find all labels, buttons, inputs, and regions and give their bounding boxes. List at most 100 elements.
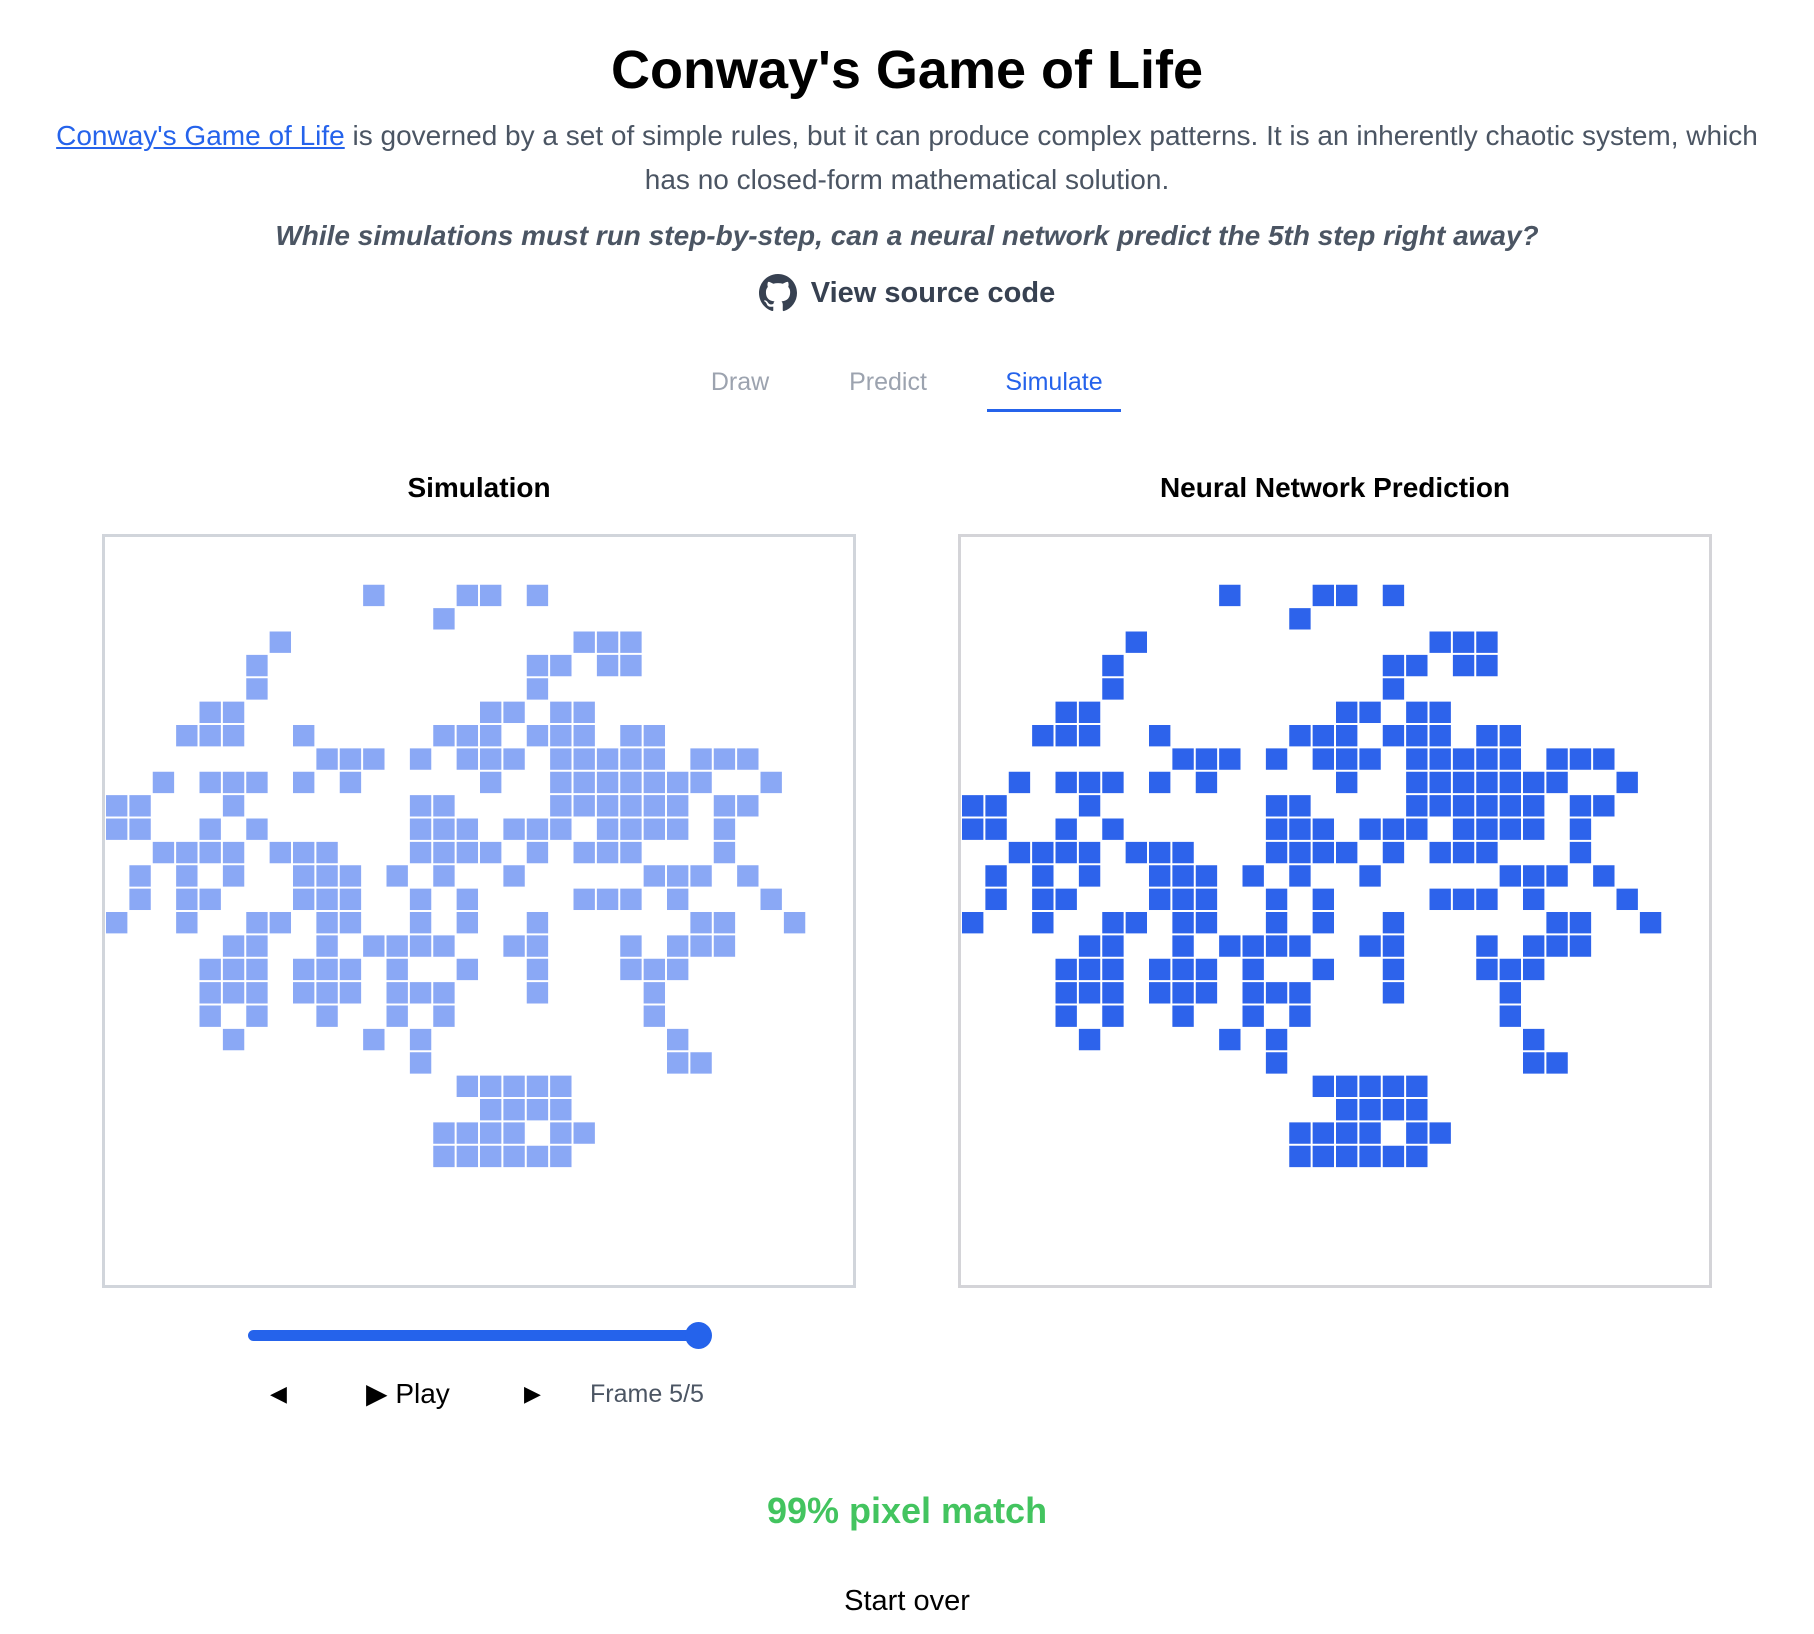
simulation-cell	[246, 982, 268, 1004]
prediction-cell	[1242, 958, 1264, 981]
prediction-cell	[1336, 701, 1358, 724]
prediction-cell	[1149, 841, 1171, 864]
simulation-cell	[409, 1028, 432, 1051]
prediction-cell	[1289, 1145, 1311, 1168]
game-of-life-link[interactable]: Conway's Game of Life	[56, 120, 345, 151]
simulation-cell	[176, 841, 198, 864]
prediction-cell	[1312, 818, 1335, 840]
prediction-cell	[1195, 771, 1218, 794]
prediction-cell	[1055, 818, 1077, 840]
prediction-cell	[1149, 888, 1171, 911]
simulation-cell	[433, 935, 455, 957]
prediction-cell	[1382, 958, 1405, 981]
prediction-cell	[1078, 935, 1101, 957]
simulation-cell	[643, 818, 666, 840]
prediction-cell	[1008, 841, 1031, 864]
prediction-cell	[1265, 935, 1288, 957]
simulation-cell	[573, 795, 595, 817]
simulation-cell	[667, 888, 689, 911]
prediction-cell	[1452, 818, 1475, 840]
prediction-cell	[1265, 841, 1288, 864]
prediction-cell	[1406, 1145, 1428, 1168]
tab-draw[interactable]: Draw	[706, 368, 774, 409]
simulation-cell	[316, 912, 338, 934]
simulation-cell	[433, 1122, 455, 1144]
prediction-cell	[1476, 748, 1498, 770]
simulation-cell	[620, 935, 642, 957]
prediction-cell	[1102, 982, 1124, 1004]
tab-simulate[interactable]: Simulate	[987, 368, 1121, 412]
prediction-cell	[1476, 935, 1498, 957]
start-over-button[interactable]: Start over	[0, 1584, 1814, 1619]
simulation-grid	[106, 584, 806, 1168]
simulation-cell	[550, 1099, 572, 1121]
prediction-cell	[1195, 748, 1218, 770]
prediction-cell	[1055, 725, 1077, 747]
frame-slider[interactable]	[248, 1322, 712, 1350]
simulation-cell	[620, 958, 642, 981]
prediction-cell	[1149, 725, 1171, 747]
simulation-cell	[667, 958, 689, 981]
prediction-cell	[1452, 771, 1475, 794]
prediction-cell	[1406, 748, 1428, 770]
prediction-cell	[1078, 1028, 1101, 1051]
simulation-cell	[222, 865, 245, 887]
prediction-cell	[1359, 865, 1381, 887]
prediction-cell	[1452, 795, 1475, 817]
simulation-cell	[643, 748, 666, 770]
simulation-cell	[363, 584, 385, 607]
simulation-cell	[433, 1145, 455, 1168]
simulation-cell	[550, 1122, 572, 1144]
simulation-cell	[433, 1005, 455, 1027]
simulation-cell	[550, 1075, 572, 1098]
simulation-cell	[503, 1122, 525, 1144]
simulation-cell	[316, 935, 338, 957]
prediction-cell	[1523, 1052, 1545, 1074]
simulation-cell	[386, 935, 408, 957]
prediction-cell	[1499, 958, 1522, 981]
simulation-cell	[409, 982, 432, 1004]
simulation-cell	[573, 1122, 595, 1144]
previous-frame-button[interactable]: ◀	[270, 1374, 287, 1414]
prediction-cell	[1195, 912, 1218, 934]
prediction-cell	[1569, 818, 1592, 840]
simulation-cell	[339, 958, 362, 981]
prediction-cell	[1312, 888, 1335, 911]
play-button[interactable]: ▶ Play	[366, 1374, 450, 1414]
prediction-cell	[1102, 912, 1124, 934]
prediction-cell	[1569, 841, 1592, 864]
prediction-cell	[1125, 841, 1148, 864]
simulation-cell	[737, 748, 759, 770]
simulation-cell	[503, 1145, 525, 1168]
prediction-cell	[1219, 584, 1241, 607]
tab-predict[interactable]: Predict	[838, 368, 938, 409]
prediction-cell	[1172, 1005, 1194, 1027]
prediction-cell	[1546, 935, 1568, 957]
prediction-cell	[1265, 1028, 1288, 1051]
prediction-cell	[1476, 888, 1498, 911]
prediction-cell	[1055, 701, 1077, 724]
prediction-cell	[1078, 958, 1101, 981]
prediction-cell	[1078, 982, 1101, 1004]
prediction-cell	[1499, 1005, 1522, 1027]
prediction-cell	[1546, 865, 1568, 887]
prediction-cell	[1032, 888, 1054, 911]
prediction-cell	[1523, 865, 1545, 887]
simulation-cell	[503, 1099, 525, 1121]
simulation-cell	[293, 982, 315, 1004]
simulation-cell	[573, 725, 595, 747]
simulation-cell	[690, 912, 712, 934]
simulation-cell	[526, 678, 549, 700]
prediction-cell	[1102, 654, 1124, 677]
simulation-cell	[199, 888, 221, 911]
view-source-link[interactable]: View source code	[0, 274, 1814, 312]
prediction-cell	[1055, 771, 1077, 794]
next-frame-button[interactable]: ▶	[524, 1374, 541, 1414]
prediction-cell	[1102, 771, 1124, 794]
simulation-cell	[456, 748, 479, 770]
view-source-label: View source code	[810, 276, 1056, 309]
slider-thumb[interactable]	[685, 1322, 712, 1349]
simulation-cell	[526, 584, 549, 607]
prediction-cell	[1265, 1052, 1288, 1074]
prediction-cell	[1195, 982, 1218, 1004]
